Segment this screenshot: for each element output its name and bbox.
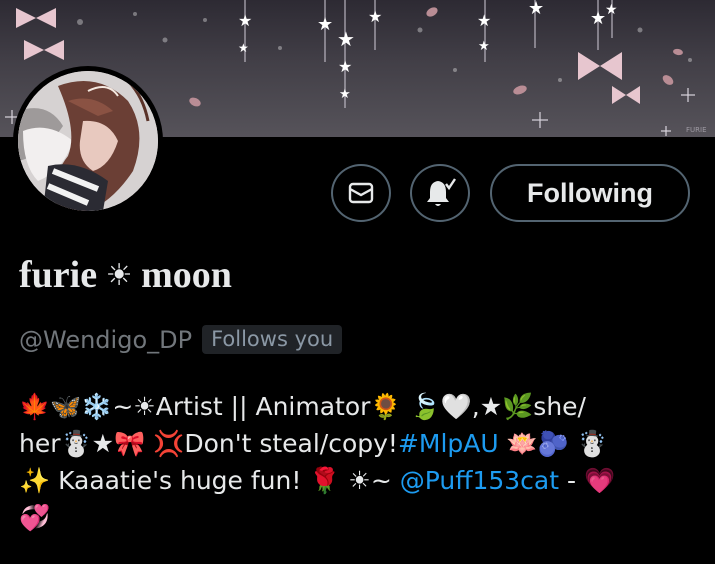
bio-line-4: 💞 (19, 499, 699, 536)
svg-text:★: ★ (478, 39, 490, 54)
leaf-emoji: 🍃 (409, 392, 441, 421)
white-heart-emoji: 🤍 (440, 392, 472, 421)
sparkles-emoji: ✨ (19, 466, 51, 495)
sunflower-emoji: 🌻 (370, 392, 402, 421)
anger-emoji: 💢 (153, 429, 185, 458)
svg-text:★: ★ (339, 87, 351, 102)
bio-text: ★ (91, 429, 115, 458)
blueberries-emoji: 🫐 (537, 429, 569, 458)
avatar-image (18, 71, 158, 211)
svg-text:★: ★ (528, 0, 544, 19)
message-button[interactable] (331, 164, 391, 222)
bio-text: - (559, 466, 584, 495)
growing-heart-emoji: 💗 (583, 466, 616, 495)
revolving-hearts-emoji: 💞 (19, 503, 51, 532)
user-handle: @Wendigo_DP (19, 325, 193, 354)
bio-text: ,★ (471, 392, 503, 421)
bio-text: her (19, 429, 61, 458)
banner-signature: FURIE (686, 126, 707, 134)
ribbon-emoji: 🎀 (114, 429, 146, 458)
snowman-emoji: ☃️ (60, 429, 92, 458)
herb-emoji: 🌿 (502, 392, 534, 421)
snowman-emoji: ☃️ (576, 429, 609, 458)
bio-text: she/ (533, 392, 586, 421)
lotus-emoji: 🪷 (506, 429, 538, 458)
svg-text:★: ★ (338, 57, 352, 76)
bio-text: Don't steal/copy! (184, 429, 398, 458)
snowflake-emoji: ❄️ (81, 392, 113, 421)
follows-you-badge: Follows you (202, 325, 343, 354)
profile-avatar[interactable] (13, 66, 163, 216)
svg-text:★: ★ (238, 11, 252, 30)
bio-text: Kaaatie's huge fun! (50, 466, 310, 495)
display-name-part2: moon (141, 254, 232, 296)
hashtag-link[interactable]: #MlpAU (398, 429, 499, 458)
following-button[interactable]: Following (490, 164, 690, 222)
bio-text: ~☀Artist || Animator (112, 392, 371, 421)
bio-line-3: ✨ Kaaatie's huge fun! 🌹 ☀~ @Puff153cat -… (19, 462, 699, 499)
svg-text:★: ★ (317, 14, 333, 35)
svg-text:★: ★ (337, 27, 355, 51)
display-name-part1: furie (19, 254, 98, 296)
mention-link[interactable]: @Puff153cat (400, 466, 559, 495)
svg-text:★: ★ (477, 11, 491, 30)
handle-row: @Wendigo_DP Follows you (19, 325, 343, 354)
envelope-icon (348, 182, 374, 204)
bell-check-icon (427, 178, 456, 206)
rose-emoji: 🌹 (309, 466, 341, 495)
notifications-button[interactable] (410, 164, 470, 222)
display-name: furie ☀ moon (19, 253, 232, 297)
svg-text:★: ★ (605, 2, 618, 18)
profile-bio: 🍁🦋❄️~☀Artist || Animator🌻 🍃🤍,★🌿she/ her☃… (19, 388, 699, 536)
svg-text:★: ★ (238, 41, 249, 55)
butterfly-emoji: 🦋 (50, 392, 82, 421)
maple-leaf-emoji: 🍁 (19, 392, 51, 421)
bio-line-2: her☃️★🎀 💢Don't steal/copy!#MlpAU 🪷🫐 ☃️ (19, 425, 699, 462)
sun-icon: ☀ (105, 257, 133, 293)
svg-text:★: ★ (590, 8, 606, 29)
svg-text:★: ★ (368, 7, 382, 26)
bio-text: ☀~ (340, 466, 400, 495)
bio-line-1: 🍁🦋❄️~☀Artist || Animator🌻 🍃🤍,★🌿she/ (19, 388, 699, 425)
